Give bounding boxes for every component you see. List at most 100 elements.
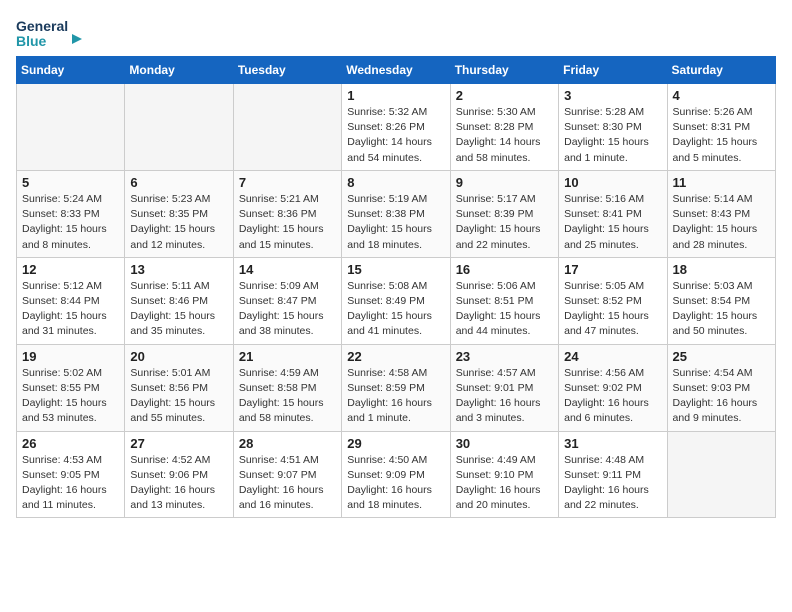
day-number: 23: [456, 349, 553, 364]
calendar-cell: [125, 84, 233, 171]
calendar-cell: 8 Sunrise: 5:19 AM Sunset: 8:38 PM Daylig…: [342, 170, 450, 257]
day-number: 26: [22, 436, 119, 451]
day-number: 15: [347, 262, 444, 277]
day-info: Sunrise: 4:52 AM Sunset: 9:06 PM Dayligh…: [130, 453, 227, 514]
day-info: Sunrise: 5:09 AM Sunset: 8:47 PM Dayligh…: [239, 279, 336, 340]
day-info: Sunrise: 5:05 AM Sunset: 8:52 PM Dayligh…: [564, 279, 661, 340]
calendar-cell: 5Sunrise: 5:24 AM Sunset: 8:33 PM Daylig…: [17, 170, 125, 257]
day-number: 28: [239, 436, 336, 451]
day-info: Sunrise: 5:30 AM Sunset: 8:28 PM Dayligh…: [456, 105, 553, 166]
calendar-cell: 20Sunrise: 5:01 AM Sunset: 8:56 PM Dayli…: [125, 344, 233, 431]
calendar-cell: [233, 84, 341, 171]
day-header-tuesday: Tuesday: [233, 57, 341, 84]
day-number: 8: [347, 175, 444, 190]
day-number: 6: [130, 175, 227, 190]
calendar-cell: 16Sunrise: 5:06 AM Sunset: 8:51 PM Dayli…: [450, 257, 558, 344]
day-number: 29: [347, 436, 444, 451]
calendar-cell: 22 Sunrise: 4:58 AM Sunset: 8:59 PM Dayli…: [342, 344, 450, 431]
day-number: 4: [673, 88, 770, 103]
day-info: Sunrise: 5:32 AM Sunset: 8:26 PM Dayligh…: [347, 105, 444, 166]
day-number: 13: [130, 262, 227, 277]
day-info: Sunrise: 4:51 AM Sunset: 9:07 PM Dayligh…: [239, 453, 336, 514]
day-number: 18: [673, 262, 770, 277]
day-number: 9: [456, 175, 553, 190]
day-info: Sunrise: 4:54 AM Sunset: 9:03 PM Dayligh…: [673, 366, 770, 427]
calendar-cell: 29 Sunrise: 4:50 AM Sunset: 9:09 PM Dayli…: [342, 431, 450, 518]
svg-text:Blue: Blue: [16, 33, 47, 49]
calendar-cell: 17 Sunrise: 5:05 AM Sunset: 8:52 PM Dayli…: [559, 257, 667, 344]
day-info: Sunrise: 4:58 AM Sunset: 8:59 PM Dayligh…: [347, 366, 444, 427]
day-info: Sunrise: 5:28 AM Sunset: 8:30 PM Dayligh…: [564, 105, 661, 166]
calendar-cell: 24Sunrise: 4:56 AM Sunset: 9:02 PM Dayli…: [559, 344, 667, 431]
day-number: 7: [239, 175, 336, 190]
day-number: 12: [22, 262, 119, 277]
calendar-cell: [667, 431, 775, 518]
day-number: 11: [673, 175, 770, 190]
calendar-cell: 14 Sunrise: 5:09 AM Sunset: 8:47 PM Dayli…: [233, 257, 341, 344]
day-info: Sunrise: 5:02 AM Sunset: 8:55 PM Dayligh…: [22, 366, 119, 427]
day-info: Sunrise: 4:59 AM Sunset: 8:58 PM Dayligh…: [239, 366, 336, 427]
day-header-monday: Monday: [125, 57, 233, 84]
logo: GeneralBlue: [16, 16, 86, 52]
day-header-wednesday: Wednesday: [342, 57, 450, 84]
day-number: 22: [347, 349, 444, 364]
calendar-cell: 19 Sunrise: 5:02 AM Sunset: 8:55 PM Dayli…: [17, 344, 125, 431]
calendar-table: SundayMondayTuesdayWednesdayThursdayFrid…: [16, 56, 776, 518]
day-info: Sunrise: 5:14 AM Sunset: 8:43 PM Dayligh…: [673, 192, 770, 253]
page-header: GeneralBlue: [16, 16, 776, 52]
day-number: 25: [673, 349, 770, 364]
day-info: Sunrise: 5:06 AM Sunset: 8:51 PM Dayligh…: [456, 279, 553, 340]
calendar-cell: 13Sunrise: 5:11 AM Sunset: 8:46 PM Dayli…: [125, 257, 233, 344]
calendar-cell: 30 Sunrise: 4:49 AM Sunset: 9:10 PM Dayli…: [450, 431, 558, 518]
day-info: Sunrise: 5:08 AM Sunset: 8:49 PM Dayligh…: [347, 279, 444, 340]
svg-text:General: General: [16, 18, 68, 34]
calendar-cell: 12Sunrise: 5:12 AM Sunset: 8:44 PM Dayli…: [17, 257, 125, 344]
day-number: 3: [564, 88, 661, 103]
calendar-cell: 27 Sunrise: 4:52 AM Sunset: 9:06 PM Dayli…: [125, 431, 233, 518]
day-number: 1: [347, 88, 444, 103]
calendar-cell: 6Sunrise: 5:23 AM Sunset: 8:35 PM Daylig…: [125, 170, 233, 257]
calendar-header-row: SundayMondayTuesdayWednesdayThursdayFrid…: [17, 57, 776, 84]
day-header-saturday: Saturday: [667, 57, 775, 84]
calendar-cell: 18 Sunrise: 5:03 AM Sunset: 8:54 PM Dayli…: [667, 257, 775, 344]
calendar-cell: 1 Sunrise: 5:32 AM Sunset: 8:26 PM Daylig…: [342, 84, 450, 171]
calendar-cell: 31 Sunrise: 4:48 AM Sunset: 9:11 PM Dayli…: [559, 431, 667, 518]
day-info: Sunrise: 4:53 AM Sunset: 9:05 PM Dayligh…: [22, 453, 119, 514]
calendar-week-row: 19 Sunrise: 5:02 AM Sunset: 8:55 PM Dayli…: [17, 344, 776, 431]
day-number: 24: [564, 349, 661, 364]
day-info: Sunrise: 4:48 AM Sunset: 9:11 PM Dayligh…: [564, 453, 661, 514]
day-number: 19: [22, 349, 119, 364]
day-info: Sunrise: 5:03 AM Sunset: 8:54 PM Dayligh…: [673, 279, 770, 340]
calendar-cell: 25 Sunrise: 4:54 AM Sunset: 9:03 PM Dayli…: [667, 344, 775, 431]
calendar-week-row: 26 Sunrise: 4:53 AM Sunset: 9:05 PM Dayli…: [17, 431, 776, 518]
day-header-friday: Friday: [559, 57, 667, 84]
day-number: 20: [130, 349, 227, 364]
day-info: Sunrise: 4:50 AM Sunset: 9:09 PM Dayligh…: [347, 453, 444, 514]
calendar-cell: 9 Sunrise: 5:17 AM Sunset: 8:39 PM Daylig…: [450, 170, 558, 257]
day-number: 10: [564, 175, 661, 190]
calendar-cell: 23 Sunrise: 4:57 AM Sunset: 9:01 PM Dayli…: [450, 344, 558, 431]
day-info: Sunrise: 5:21 AM Sunset: 8:36 PM Dayligh…: [239, 192, 336, 253]
calendar-cell: 10 Sunrise: 5:16 AM Sunset: 8:41 PM Dayli…: [559, 170, 667, 257]
calendar-cell: 2Sunrise: 5:30 AM Sunset: 8:28 PM Daylig…: [450, 84, 558, 171]
day-info: Sunrise: 4:49 AM Sunset: 9:10 PM Dayligh…: [456, 453, 553, 514]
day-header-sunday: Sunday: [17, 57, 125, 84]
calendar-cell: 28 Sunrise: 4:51 AM Sunset: 9:07 PM Dayli…: [233, 431, 341, 518]
calendar-cell: 3 Sunrise: 5:28 AM Sunset: 8:30 PM Daylig…: [559, 84, 667, 171]
day-info: Sunrise: 5:17 AM Sunset: 8:39 PM Dayligh…: [456, 192, 553, 253]
day-number: 27: [130, 436, 227, 451]
day-number: 17: [564, 262, 661, 277]
calendar-cell: 26 Sunrise: 4:53 AM Sunset: 9:05 PM Dayli…: [17, 431, 125, 518]
day-info: Sunrise: 4:57 AM Sunset: 9:01 PM Dayligh…: [456, 366, 553, 427]
calendar-cell: [17, 84, 125, 171]
day-info: Sunrise: 5:24 AM Sunset: 8:33 PM Dayligh…: [22, 192, 119, 253]
day-number: 14: [239, 262, 336, 277]
calendar-cell: 15 Sunrise: 5:08 AM Sunset: 8:49 PM Dayli…: [342, 257, 450, 344]
calendar-week-row: 1 Sunrise: 5:32 AM Sunset: 8:26 PM Daylig…: [17, 84, 776, 171]
day-number: 21: [239, 349, 336, 364]
day-number: 30: [456, 436, 553, 451]
day-info: Sunrise: 5:16 AM Sunset: 8:41 PM Dayligh…: [564, 192, 661, 253]
day-info: Sunrise: 5:26 AM Sunset: 8:31 PM Dayligh…: [673, 105, 770, 166]
day-info: Sunrise: 5:19 AM Sunset: 8:38 PM Dayligh…: [347, 192, 444, 253]
day-number: 31: [564, 436, 661, 451]
